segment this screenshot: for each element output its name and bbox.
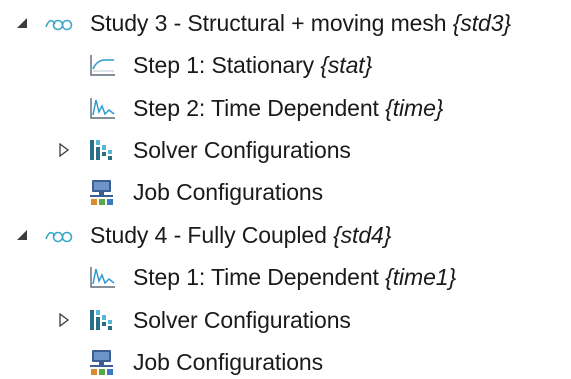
tree-node-label: Step 1: Time Dependent {time1}: [133, 264, 457, 290]
node-tag: {std3}: [452, 10, 511, 36]
solver-configurations-icon: [86, 306, 118, 334]
job-configurations-icon: [86, 348, 118, 376]
node-tag: {time1}: [385, 264, 457, 290]
tree-node-label: Solver Configurations: [133, 307, 351, 333]
collapsed-triangle-icon[interactable]: [56, 312, 72, 328]
node-tag: {std4}: [333, 222, 392, 248]
tree-node-label: Job Configurations: [133, 349, 323, 375]
expanded-triangle-icon[interactable]: [14, 227, 30, 243]
solver-configurations-icon: [86, 136, 118, 164]
study-icon: [44, 9, 76, 37]
tree-node-label: Solver Configurations: [133, 137, 351, 163]
tree-node-label: Step 2: Time Dependent {time}: [133, 95, 444, 121]
collapsed-triangle-icon[interactable]: [56, 142, 72, 158]
node-tag: {time}: [385, 95, 444, 121]
tree-node-label: Step 1: Stationary {stat}: [133, 52, 373, 78]
tree-node-label: Job Configurations: [133, 179, 323, 205]
job-configurations-icon: [86, 178, 118, 206]
node-tag: {stat}: [320, 52, 373, 78]
tree-node-label: Study 3 - Structural + moving mesh {std3…: [90, 10, 511, 36]
study-icon: [44, 221, 76, 249]
model-builder-tree: Study 3 - Structural + moving mesh {std3…: [0, 0, 571, 378]
tree-node-label: Study 4 - Fully Coupled {std4}: [90, 222, 392, 248]
expanded-triangle-icon[interactable]: [14, 15, 30, 31]
stationary-step-icon: [86, 51, 118, 79]
time-dependent-step-icon: [86, 263, 118, 291]
time-dependent-step-icon: [86, 94, 118, 122]
